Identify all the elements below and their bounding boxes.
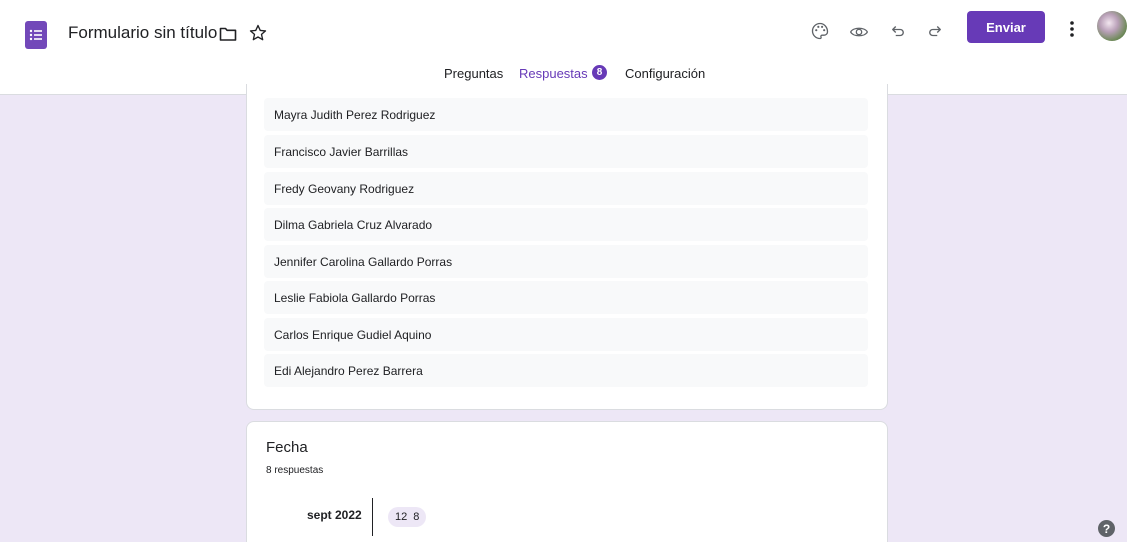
question-title: Fecha	[266, 439, 308, 456]
list-item: Carlos Enrique Gudiel Aquino	[264, 318, 868, 351]
help-icon[interactable]: ?	[1098, 520, 1115, 537]
responses-count-badge: 8	[592, 65, 607, 80]
undo-icon[interactable]	[889, 22, 907, 40]
star-icon[interactable]	[248, 23, 268, 43]
palette-icon[interactable]	[810, 21, 830, 41]
list-item: Leslie Fabiola Gallardo Porras	[264, 281, 868, 314]
list-item: Edi Alejandro Perez Barrera	[264, 354, 868, 387]
list-item: Mayra Judith Perez Rodriguez	[264, 98, 868, 131]
tab-configuracion[interactable]: Configuración	[625, 66, 705, 81]
responses-list-card: Mayra Judith Perez Rodriguez Francisco J…	[246, 84, 888, 410]
list-item: Francisco Javier Barrillas	[264, 135, 868, 168]
fecha-question-card: Fecha 8 respuestas sept 2022 12 8	[246, 421, 888, 542]
response-count: 8 respuestas	[266, 465, 324, 476]
more-vert-icon[interactable]	[1066, 20, 1078, 38]
redo-icon[interactable]	[926, 22, 944, 40]
list-item: Jennifer Carolina Gallardo Porras	[264, 245, 868, 278]
form-editor-header: Formulario sin título Enviar Preguntas R…	[0, 0, 1127, 95]
send-button[interactable]: Enviar	[967, 11, 1045, 43]
date-chip-count: 8	[413, 511, 420, 523]
forms-logo-icon[interactable]	[25, 21, 47, 49]
list-item: Fredy Geovany Rodriguez	[264, 172, 868, 205]
date-chip[interactable]: 12 8	[388, 507, 427, 527]
month-label: sept 2022	[307, 508, 362, 522]
month-divider	[372, 498, 373, 536]
form-title[interactable]: Formulario sin título	[68, 23, 217, 43]
folder-icon[interactable]	[219, 26, 237, 42]
tab-preguntas[interactable]: Preguntas	[444, 66, 503, 81]
list-item: Dilma Gabriela Cruz Alvarado	[264, 208, 868, 241]
avatar[interactable]	[1097, 11, 1127, 41]
preview-eye-icon[interactable]	[849, 22, 869, 42]
tab-respuestas[interactable]: Respuestas	[519, 66, 588, 81]
date-chip-day: 12	[395, 511, 408, 523]
